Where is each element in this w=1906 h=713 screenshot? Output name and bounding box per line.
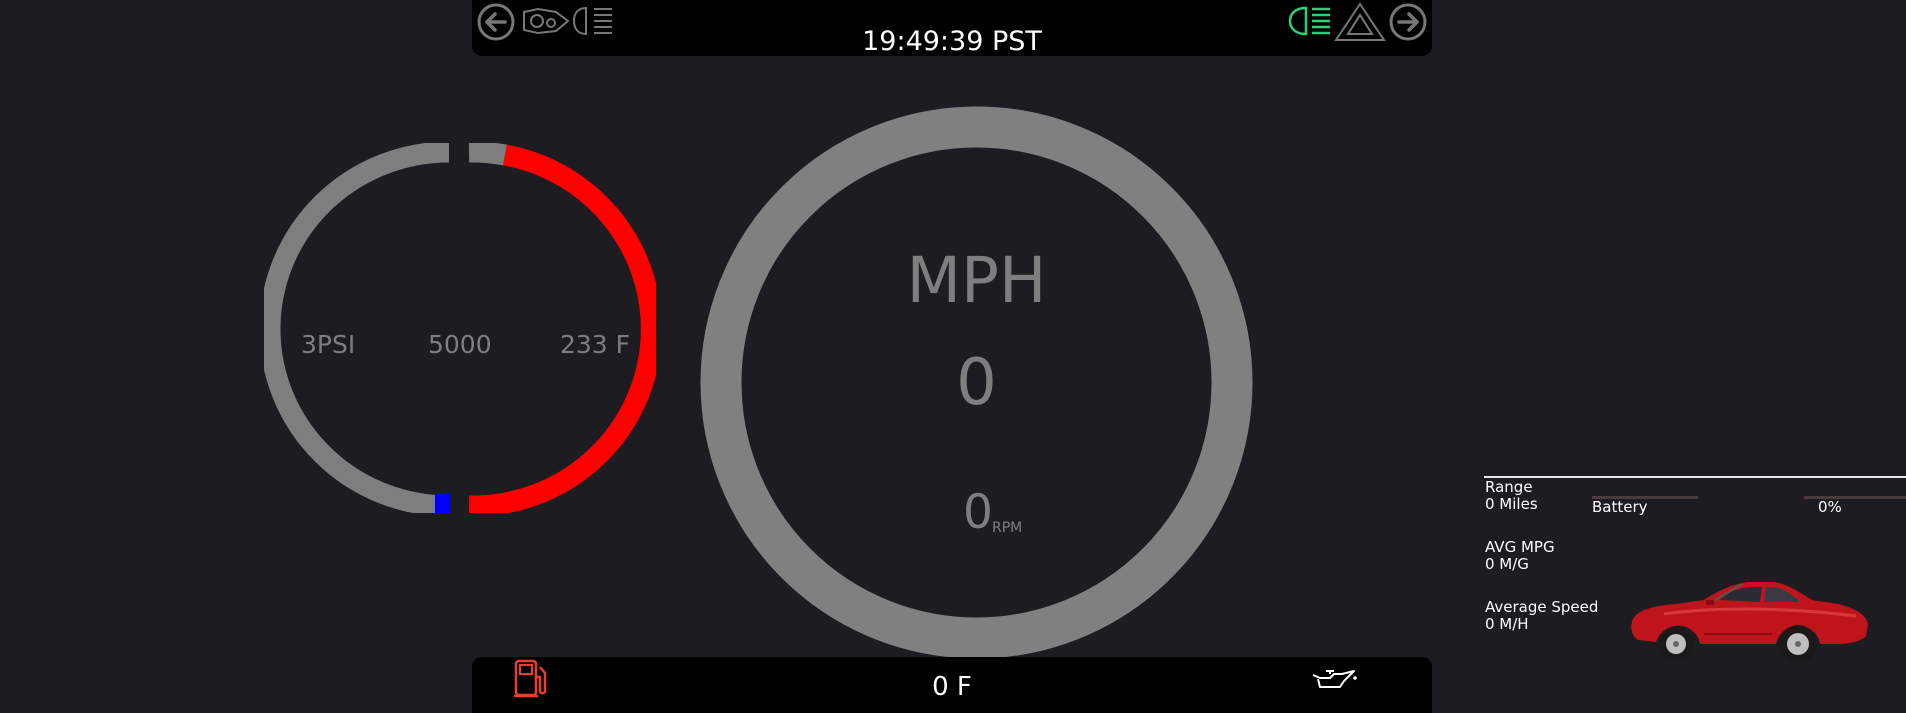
top-bar: 19:49:39 PST [472,0,1432,57]
rpm-unit-label: RPM [992,520,1023,536]
rpm-value: 0 [963,485,993,540]
avg-speed-label: Average Speed [1485,598,1599,616]
dashboard-screen: 19:49:39 PST 3PSI 5000 233 F MPH 0 0 RPM [0,0,1906,713]
coolant-temp-value: 233 F [560,330,631,359]
gauge-marker [435,493,450,513]
avg-speed-value: 0 M/H [1485,615,1529,633]
speed-value: 0 [956,346,997,420]
outside-temp: 0 F [932,672,972,702]
bottom-bar: 0 F [472,657,1432,713]
oil-pressure-icon [1310,667,1358,691]
boost-rpm-temp-gauge: 3PSI 5000 233 F [264,143,656,513]
clock-time: 19:49:39 PST [862,26,1042,57]
battery-label: Battery [1592,498,1648,516]
avg-mpg-value: 0 M/G [1485,555,1529,573]
car-image [1624,570,1874,674]
speed-unit-label: MPH [906,244,1047,317]
rpm-readout: 5000 [428,330,492,359]
speedometer: MPH 0 0 RPM [700,106,1253,659]
boost-value: 3PSI [301,330,356,359]
range-value: 0 Miles [1485,495,1538,513]
trip-info-panel: Range 0 Miles Battery 0% AVG MPG 0 M/G A… [1484,476,1906,713]
gauge-right-track [468,143,507,166]
battery-percent: 0% [1818,498,1842,516]
gauge-left-track [264,143,450,513]
range-label: Range [1485,478,1533,496]
avg-mpg-label: AVG MPG [1485,538,1555,556]
